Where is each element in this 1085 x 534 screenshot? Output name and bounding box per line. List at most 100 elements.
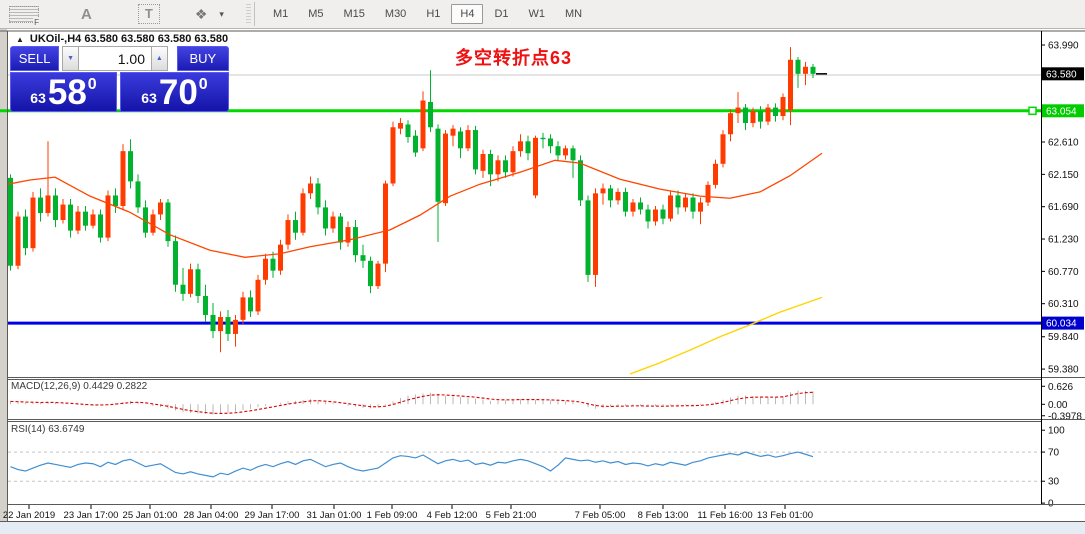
sell-price-sup: 0 [88,76,97,94]
candle-body [736,108,741,114]
timeframe-button-d1[interactable]: D1 [485,4,517,24]
candle-body [8,178,13,266]
candle-body [593,193,598,275]
time-tick-label: 5 Feb 21:00 [486,510,537,521]
volume-input[interactable]: 1.00 [79,46,151,71]
candle-body [301,193,306,232]
candle-body [631,202,636,211]
macd-tick-label: -0.3978 [1048,411,1082,422]
candle-body [128,151,133,181]
candle-body [68,205,73,231]
candle-body [691,198,696,212]
rsi-indicator-name: RSI(14) [11,424,45,435]
candle-body [391,127,396,183]
candle-body [743,108,748,123]
candle-body [676,195,681,207]
text-tool-icon[interactable]: A [81,6,92,23]
sell-price-button[interactable]: 63 58 0 [10,72,117,112]
rsi-pane-label: RSI(14) 63.6749 [11,424,84,435]
buy-price-button[interactable]: 63 70 0 [120,72,229,112]
candle-body [751,111,756,123]
green-resistance-line-handle[interactable] [1029,107,1036,114]
candle-body [398,123,403,129]
one-click-trade-panel: SELL ▼ 1.00 ▲ BUY 63 58 0 63 70 0 [10,46,229,112]
candle-body [76,212,81,231]
timeframe-button-w1[interactable]: W1 [520,4,555,24]
candle-body [421,101,426,149]
collapse-panel-icon[interactable]: ▲ [16,35,24,44]
candle-body [226,317,231,334]
timeframe-button-mn[interactable]: MN [556,4,591,24]
trade-panel-top-row: SELL ▼ 1.00 ▲ BUY [10,46,229,71]
candle-body [668,195,673,218]
fibonacci-tool-icon[interactable]: F [9,6,39,23]
macd-tick-label: 0.00 [1048,400,1068,411]
candle-body [46,195,51,213]
candle-body [16,217,21,266]
timeframe-button-m5[interactable]: M5 [299,4,332,24]
candle-body [158,202,163,214]
text-label-tool-icon[interactable]: T [138,4,160,24]
fibonacci-tool-letter: F [33,18,40,27]
candle-body [608,188,613,200]
time-tick-label: 1 Feb 09:00 [367,510,418,521]
candle-body [466,130,471,148]
time-tick-label: 23 Jan 17:00 [64,510,119,521]
candle-body [203,296,208,315]
candle-body [503,160,508,172]
candle-body [511,151,516,172]
timeframe-button-m30[interactable]: M30 [376,4,415,24]
timeframe-button-h1[interactable]: H1 [417,4,449,24]
candle-body [293,220,298,233]
candle-body [361,255,366,261]
rsi-tick-label: 100 [1048,426,1065,437]
candle-body [481,154,486,171]
timeframe-button-h4[interactable]: H4 [451,4,483,24]
candle-body [758,111,763,122]
candle-body [563,148,568,155]
time-tick-label: 11 Feb 16:00 [697,510,752,521]
candle-body [638,202,643,209]
timeframe-button-m1[interactable]: M1 [264,4,297,24]
candle-body [796,60,801,74]
buy-button[interactable]: BUY [177,46,229,71]
candle-body [316,183,321,207]
candle-body [773,108,778,116]
candle-body [728,113,733,134]
macd-signal-line [11,392,814,413]
arrows-tool-icon[interactable]: ❖ [195,6,208,23]
candle-body [586,200,591,275]
candle-body [803,67,808,74]
volume-decrease-button[interactable]: ▼ [62,46,79,71]
candle-body [601,188,606,193]
price-tick-label: 63.990 [1048,41,1079,52]
candle-body [488,154,493,174]
time-tick-label: 29 Jan 17:00 [245,510,300,521]
rsi-tick-label: 30 [1048,477,1060,488]
candle-body [188,269,193,294]
sell-price-prefix: 63 [30,90,46,106]
timeframe-button-m15[interactable]: M15 [335,4,374,24]
candle-body [23,217,28,249]
toolbar: F A T ❖ ▾ M1M5M15M30H1H4D1W1MN [0,0,1085,29]
candle-body [53,195,58,220]
candle-body [653,210,658,222]
candle-body [646,210,651,222]
macd-pane-label: MACD(12,26,9) 0.4429 0.2822 [11,381,147,392]
candle-body [256,280,261,312]
candle-body [781,97,786,116]
candle-body [428,102,433,127]
time-tick-label: 31 Jan 01:00 [307,510,362,521]
rsi-indicator-value: 63.6749 [48,424,84,435]
time-tick-label: 7 Feb 05:00 [575,510,626,521]
buy-price-prefix: 63 [141,90,157,106]
candle-body [458,131,463,148]
rsi-tick-label: 70 [1048,448,1060,459]
toolbar-separator [254,2,255,26]
candle-body [706,185,711,203]
app-window: F A T ❖ ▾ M1M5M15M30H1H4D1W1MN 63.99062.… [0,0,1085,534]
sell-button[interactable]: SELL [10,46,59,71]
arrows-dropdown-icon[interactable]: ▾ [219,9,224,20]
volume-increase-button[interactable]: ▲ [151,46,168,71]
candle-body [556,146,561,155]
